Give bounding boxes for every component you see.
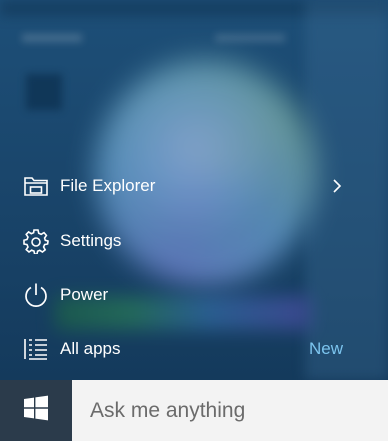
gear-icon (22, 227, 50, 255)
chevron-right-icon[interactable] (330, 176, 344, 196)
power-icon (22, 281, 50, 309)
search-input[interactable] (72, 380, 388, 441)
menu-item-file-explorer[interactable]: File Explorer (0, 161, 388, 211)
start-screen: File Explorer Settings Power All apps Ne… (0, 0, 388, 441)
windows-logo-icon (23, 395, 49, 426)
menu-item-label: All apps (60, 339, 121, 358)
blurred-background-text (215, 34, 285, 42)
taskbar (0, 380, 388, 441)
menu-item-label: Power (60, 285, 109, 304)
menu-item-label: File Explorer (60, 176, 156, 195)
blurred-background-tile (26, 74, 62, 110)
start-button[interactable] (0, 380, 72, 441)
menu-item-label: Settings (60, 231, 122, 250)
folder-icon (22, 172, 50, 200)
menu-item-all-apps[interactable]: All apps New (0, 324, 388, 374)
new-badge: New (309, 339, 344, 358)
blurred-background-text (22, 34, 82, 42)
menu-item-settings[interactable]: Settings (0, 216, 388, 266)
list-icon (22, 335, 50, 363)
menu-item-power[interactable]: Power (0, 270, 388, 320)
